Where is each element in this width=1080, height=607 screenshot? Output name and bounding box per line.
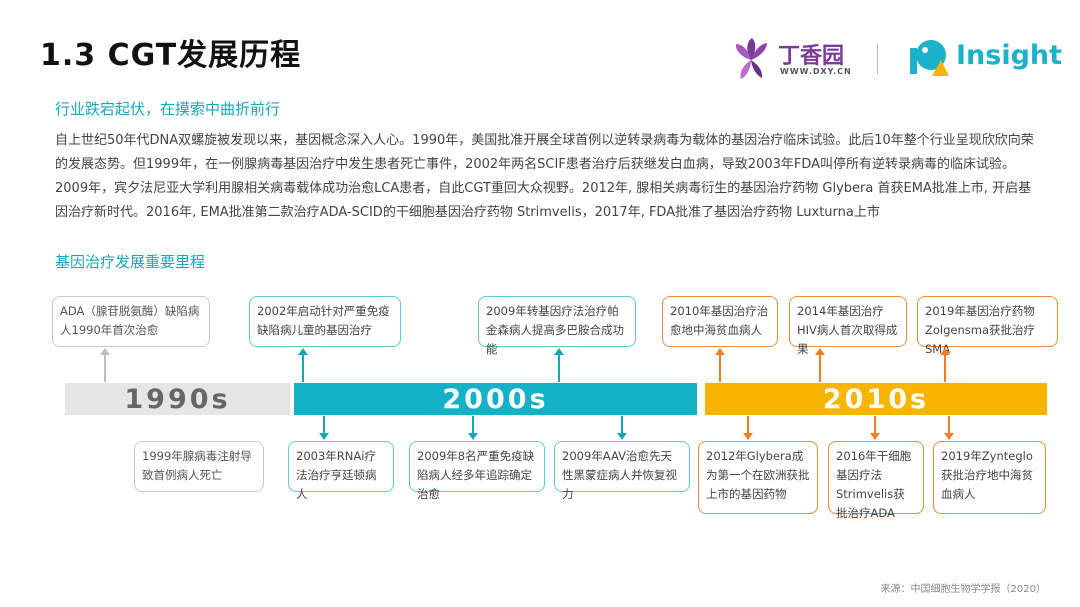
connector-line xyxy=(558,354,560,382)
event-bottom-2003: 2003年RNAi疗法治疗亨廷顿病人 xyxy=(288,441,394,501)
connector-line xyxy=(874,416,876,434)
arrow-down-icon xyxy=(617,433,627,440)
insight-mark-icon xyxy=(910,40,949,76)
connector-line xyxy=(323,416,325,434)
connector-line xyxy=(948,416,950,434)
arrow-up-icon xyxy=(815,348,825,355)
event-top-ada-1990: ADA（腺苷脱氨酶）缺陷病人1990年首次治愈 xyxy=(52,296,210,347)
connector-line xyxy=(621,416,623,434)
connector-line xyxy=(719,354,721,382)
page-title: 1.3 CGT发展历程 xyxy=(40,38,302,73)
event-bottom-2019-zynteglo: 2019年Zynteglo获批治疗地中海贫血病人 xyxy=(933,441,1046,514)
insight-logo: Insight xyxy=(904,36,1062,84)
era-band-1990s: 1990s xyxy=(65,383,290,415)
era-band-2010s: 2010s xyxy=(705,383,1047,415)
connector-line xyxy=(472,416,474,434)
arrow-down-icon xyxy=(468,433,478,440)
event-top-2014: 2014年基因治疗HIV病人首次取得成果 xyxy=(789,296,907,356)
event-top-2019-zolgensma: 2019年基因治疗药物Zolgensma获批治疗SMA xyxy=(917,296,1058,356)
event-bottom-2009-aav: 2009年AAV治愈先天性黑蒙症病人并恢复视力 xyxy=(554,441,690,501)
connector-line xyxy=(944,354,946,382)
dxy-logo: 丁香园 WWW.DXY.CN xyxy=(728,36,858,84)
logo-divider xyxy=(877,44,878,74)
arrow-down-icon xyxy=(870,433,880,440)
arrow-up-icon xyxy=(100,348,110,355)
event-bottom-2009-immunodeficiency: 2009年8名严重免疫缺陷病人经多年追踪确定治愈 xyxy=(409,441,545,501)
connector-line xyxy=(747,416,749,434)
event-top-2009-parkinson: 2009年转基因疗法治疗帕金森病人提高多巴胺合成功能 xyxy=(478,296,636,356)
dxy-logo-url: WWW.DXY.CN xyxy=(780,67,852,76)
arrow-up-icon xyxy=(940,348,950,355)
event-top-2010: 2010年基因治疗治愈地中海贫血病人 xyxy=(662,296,778,347)
arrow-up-icon xyxy=(715,348,725,355)
source-citation: 来源：中国细胞生物学学报（2020） xyxy=(880,584,1046,595)
event-bottom-2012-glybera: 2012年Glybera成为第一个在欧洲获批上市的基因药物 xyxy=(698,441,818,514)
connector-line xyxy=(302,354,304,382)
arrow-up-icon xyxy=(298,348,308,355)
dxy-flower-icon xyxy=(735,38,767,79)
timeline-heading: 基因治疗发展重要里程 xyxy=(55,253,206,271)
arrow-up-icon xyxy=(554,348,564,355)
section-subtitle: 行业跌宕起伏，在摸索中曲折前行 xyxy=(55,100,281,118)
dxy-logo-name: 丁香园 xyxy=(778,44,845,69)
event-bottom-2016-strimvelis: 2016年干细胞基因疗法Strimvelis获批治疗ADA xyxy=(828,441,924,520)
event-top-2002: 2002年启动针对严重免疫缺陷病儿童的基因治疗 xyxy=(249,296,401,347)
arrow-down-icon xyxy=(944,433,954,440)
arrow-down-icon xyxy=(743,433,753,440)
era-band-2000s: 2000s xyxy=(294,383,697,415)
connector-line xyxy=(104,354,106,382)
connector-line xyxy=(819,354,821,382)
event-bottom-1999: 1999年腺病毒注射导致首例病人死亡 xyxy=(134,441,264,492)
arrow-down-icon xyxy=(319,433,329,440)
insight-logo-name: Insight xyxy=(956,40,1063,71)
intro-paragraph: 自上世纪50年代DNA双螺旋被发现以来，基因概念深入人心。1990年，美国批准开… xyxy=(55,133,1034,220)
